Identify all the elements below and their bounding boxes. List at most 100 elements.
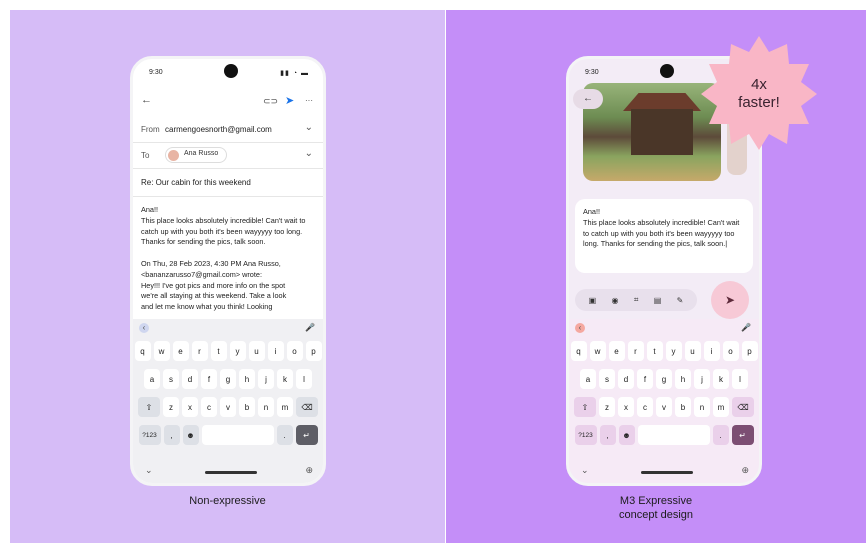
key-b[interactable]: b: [675, 397, 691, 417]
key-q[interactable]: q: [134, 341, 151, 361]
globe-icon[interactable]: ⊕: [305, 465, 313, 476]
key-d[interactable]: d: [182, 369, 198, 389]
key-g[interactable]: g: [220, 369, 236, 389]
key-w[interactable]: w: [153, 341, 170, 361]
key-c[interactable]: c: [201, 397, 217, 417]
camera-icon[interactable]: ◉: [612, 296, 619, 305]
more-icon[interactable]: ···: [305, 96, 313, 105]
collapse-icon[interactable]: ‹: [139, 323, 149, 333]
image-icon[interactable]: ▣: [589, 296, 597, 305]
key-r[interactable]: r: [191, 341, 208, 361]
key-j[interactable]: j: [258, 369, 274, 389]
enter-key[interactable]: ↵: [295, 425, 318, 445]
key-i[interactable]: i: [267, 341, 284, 361]
mic-icon[interactable]: 🎤: [741, 323, 751, 332]
comma-key[interactable]: ,: [599, 425, 616, 445]
key-s[interactable]: s: [599, 369, 615, 389]
key-x[interactable]: x: [618, 397, 634, 417]
nav-down-icon[interactable]: ⌄: [581, 465, 589, 476]
home-indicator[interactable]: [205, 471, 257, 474]
enter-key[interactable]: ↵: [731, 425, 754, 445]
key-x[interactable]: x: [182, 397, 198, 417]
subject-field[interactable]: Re: Our cabin for this weekend: [133, 169, 323, 197]
back-arrow-icon[interactable]: ←: [141, 94, 152, 106]
mic-icon[interactable]: 🎤: [305, 323, 315, 332]
document-icon[interactable]: ▤: [654, 296, 662, 305]
shift-key[interactable]: ⇧: [138, 397, 160, 417]
send-icon[interactable]: ➤: [285, 94, 294, 107]
backspace-key[interactable]: ⌫: [296, 397, 318, 417]
key-w[interactable]: w: [589, 341, 606, 361]
key-v[interactable]: v: [656, 397, 672, 417]
period-key[interactable]: .: [276, 425, 293, 445]
key-e[interactable]: e: [172, 341, 189, 361]
key-f[interactable]: f: [201, 369, 217, 389]
key-n[interactable]: n: [694, 397, 710, 417]
key-e[interactable]: e: [608, 341, 625, 361]
nav-down-icon[interactable]: ⌄: [145, 465, 153, 476]
key-v[interactable]: v: [220, 397, 236, 417]
status-time: 9:30: [149, 69, 163, 76]
scan-icon[interactable]: ⌗: [634, 295, 639, 305]
key-o[interactable]: o: [286, 341, 303, 361]
key-h[interactable]: h: [675, 369, 691, 389]
from-row[interactable]: From carmengoesnorth@gmail.com ⌄: [133, 117, 323, 143]
key-f[interactable]: f: [637, 369, 653, 389]
key-h[interactable]: h: [239, 369, 255, 389]
attach-icon[interactable]: ⊂⊃: [263, 96, 278, 107]
key-y[interactable]: y: [665, 341, 682, 361]
key-l[interactable]: l: [296, 369, 312, 389]
key-n[interactable]: n: [258, 397, 274, 417]
key-o[interactable]: o: [722, 341, 739, 361]
message-card[interactable]: Ana!! This place looks absolutely incred…: [575, 199, 753, 273]
back-button[interactable]: ←: [573, 89, 603, 109]
chevron-down-icon[interactable]: ⌄: [305, 148, 313, 159]
home-indicator[interactable]: [641, 471, 693, 474]
key-t[interactable]: t: [210, 341, 227, 361]
space-key[interactable]: [637, 425, 710, 445]
symbols-key[interactable]: ?123: [138, 425, 161, 445]
key-r[interactable]: r: [627, 341, 644, 361]
space-key[interactable]: [201, 425, 274, 445]
message-body[interactable]: Ana!! This place looks absolutely incred…: [141, 205, 315, 313]
key-a[interactable]: a: [580, 369, 596, 389]
key-a[interactable]: a: [144, 369, 160, 389]
symbols-key[interactable]: ?123: [574, 425, 597, 445]
key-d[interactable]: d: [618, 369, 634, 389]
key-m[interactable]: m: [277, 397, 293, 417]
key-z[interactable]: z: [599, 397, 615, 417]
key-p[interactable]: p: [741, 341, 758, 361]
key-s[interactable]: s: [163, 369, 179, 389]
backspace-key[interactable]: ⌫: [732, 397, 754, 417]
send-button[interactable]: ➤: [711, 281, 749, 319]
key-b[interactable]: b: [239, 397, 255, 417]
collapse-icon[interactable]: ‹: [575, 323, 585, 333]
globe-icon[interactable]: ⊕: [741, 465, 749, 476]
key-t[interactable]: t: [646, 341, 663, 361]
key-q[interactable]: q: [570, 341, 587, 361]
shift-key[interactable]: ⇧: [574, 397, 596, 417]
key-u[interactable]: u: [684, 341, 701, 361]
key-p[interactable]: p: [305, 341, 322, 361]
key-y[interactable]: y: [229, 341, 246, 361]
emoji-icon[interactable]: ☻: [182, 425, 199, 445]
key-row-1: q w e r t y u i o p: [569, 341, 759, 361]
edit-icon[interactable]: ✎: [677, 296, 684, 305]
key-l[interactable]: l: [732, 369, 748, 389]
comma-key[interactable]: ,: [163, 425, 180, 445]
key-u[interactable]: u: [248, 341, 265, 361]
to-row[interactable]: To Ana Russo ⌄: [133, 143, 323, 169]
key-z[interactable]: z: [163, 397, 179, 417]
recipient-chip[interactable]: Ana Russo: [165, 147, 228, 163]
key-g[interactable]: g: [656, 369, 672, 389]
message-body[interactable]: Ana!! This place looks absolutely incred…: [583, 207, 747, 250]
key-j[interactable]: j: [694, 369, 710, 389]
chevron-down-icon[interactable]: ⌄: [305, 122, 313, 133]
period-key[interactable]: .: [712, 425, 729, 445]
key-k[interactable]: k: [277, 369, 293, 389]
key-i[interactable]: i: [703, 341, 720, 361]
emoji-icon[interactable]: ☻: [618, 425, 635, 445]
key-m[interactable]: m: [713, 397, 729, 417]
key-c[interactable]: c: [637, 397, 653, 417]
key-k[interactable]: k: [713, 369, 729, 389]
